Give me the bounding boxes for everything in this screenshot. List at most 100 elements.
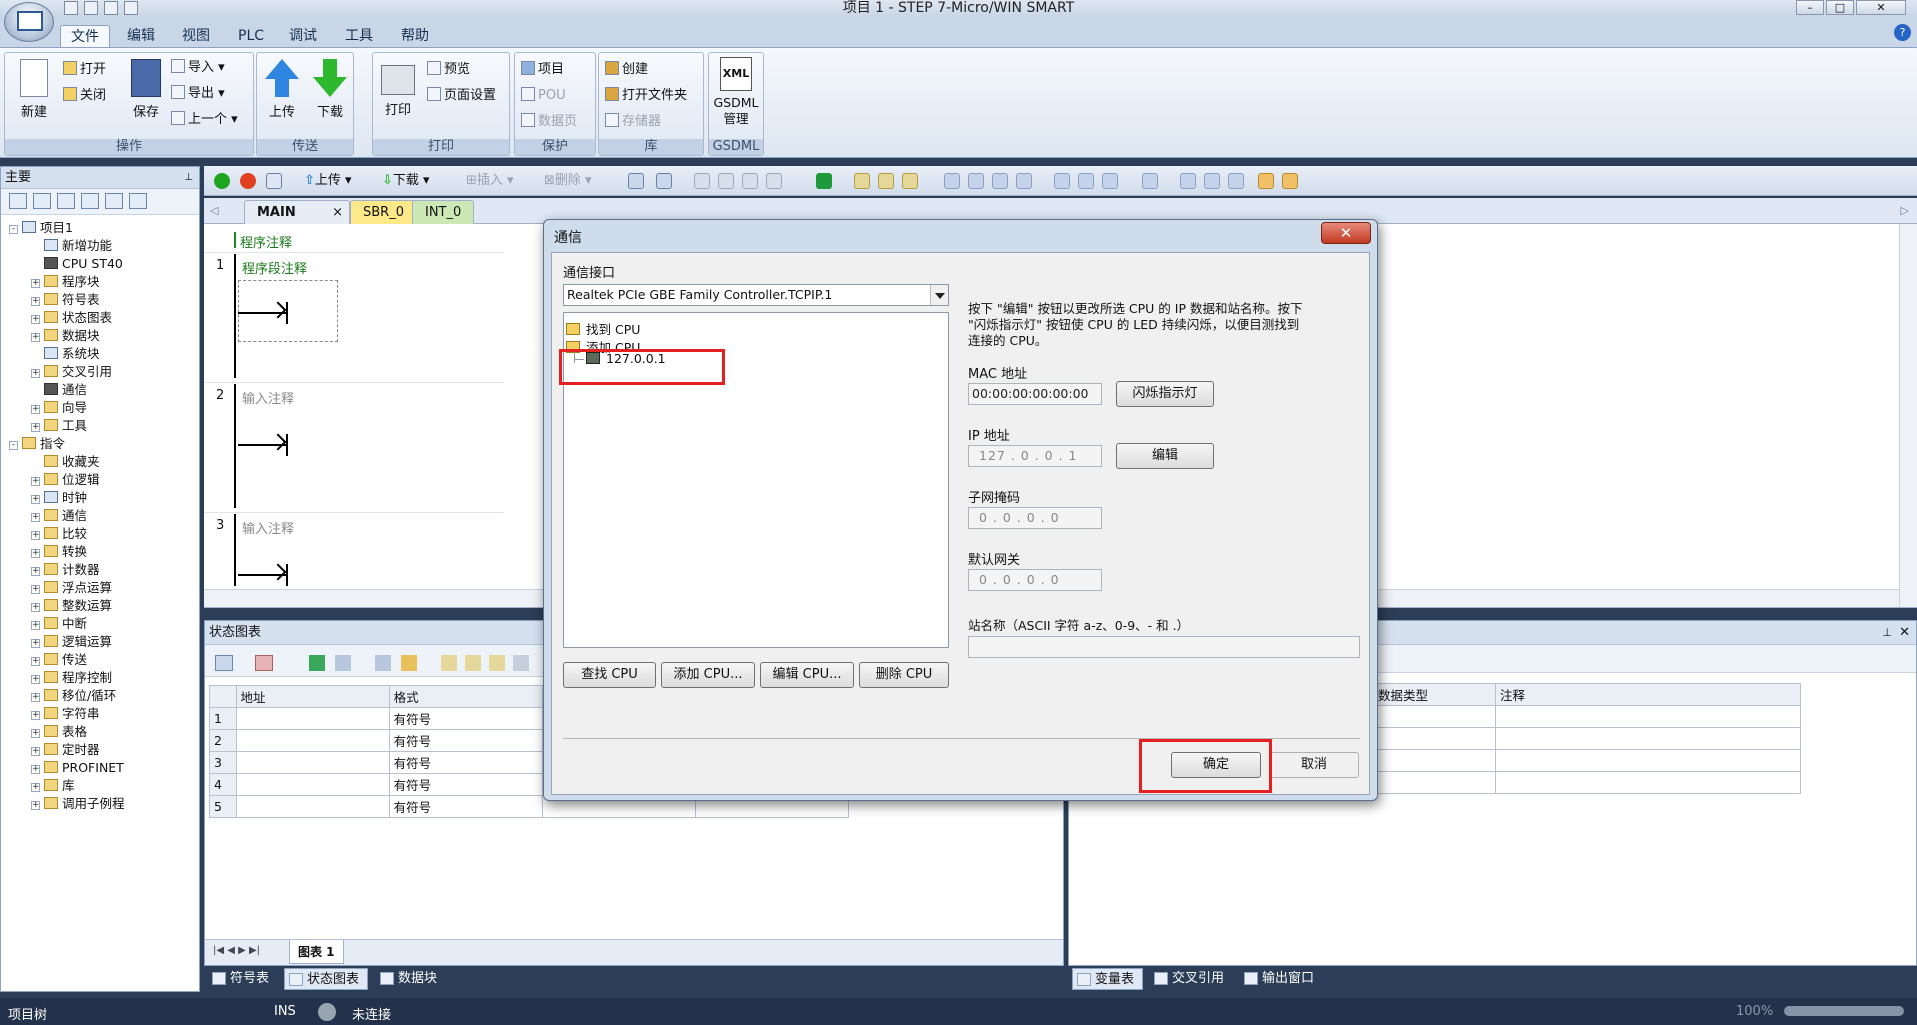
- branch-icon-4[interactable]: [1016, 173, 1032, 189]
- subnet-field[interactable]: 0 . 0 . 0 . 0: [968, 507, 1102, 529]
- tab-plc[interactable]: PLC: [228, 25, 274, 47]
- pin-icon[interactable]: ⊥: [184, 167, 193, 189]
- tab-edit[interactable]: 编辑: [117, 25, 165, 47]
- run-icon[interactable]: [214, 173, 230, 189]
- view-icon-2[interactable]: [33, 193, 51, 209]
- tree-item[interactable]: + 比较: [1, 525, 199, 543]
- zoom-slider[interactable]: [1784, 1006, 1904, 1016]
- rung-coil[interactable]: [238, 434, 288, 456]
- expand-icon[interactable]: +: [31, 513, 40, 522]
- view-icon-4[interactable]: [81, 193, 99, 209]
- address-cell[interactable]: [235, 751, 390, 774]
- expand-icon[interactable]: +: [31, 423, 40, 432]
- tree-item[interactable]: 系统块: [1, 345, 199, 363]
- tree-item[interactable]: + 计数器: [1, 561, 199, 579]
- tree-item[interactable]: 收藏夹: [1, 453, 199, 471]
- tree-item[interactable]: - 项目1: [1, 219, 199, 237]
- minimize-button[interactable]: –: [1796, 0, 1824, 15]
- expand-icon[interactable]: +: [31, 729, 40, 738]
- add-row-icon[interactable]: [215, 655, 233, 671]
- column-comment[interactable]: 注释: [1495, 683, 1801, 706]
- column-address[interactable]: 地址: [235, 685, 390, 708]
- toolbar-delete-button[interactable]: ⊠删除 ▾: [544, 172, 592, 190]
- program-comment[interactable]: 程序注释: [234, 232, 292, 251]
- tree-item[interactable]: + 库: [1, 777, 199, 795]
- compile-icon[interactable]: [266, 173, 282, 189]
- column-format[interactable]: 格式: [388, 685, 543, 708]
- chart-unforce-all-icon[interactable]: [489, 655, 505, 671]
- print-button[interactable]: 打印: [375, 59, 421, 118]
- tree-item[interactable]: + 转换: [1, 543, 199, 561]
- expand-icon[interactable]: +: [31, 405, 40, 414]
- tree-item[interactable]: + 位逻辑: [1, 471, 199, 489]
- expand-icon[interactable]: +: [31, 549, 40, 558]
- preview-button[interactable]: 预览: [427, 59, 470, 81]
- pause-icon[interactable]: [718, 173, 734, 189]
- chart-write-icon[interactable]: [401, 655, 417, 671]
- protect-pou-button[interactable]: POU: [521, 85, 566, 107]
- tree-item[interactable]: + 传送: [1, 651, 199, 669]
- format-cell[interactable]: 有符号: [388, 707, 543, 730]
- branch-icon-3[interactable]: [992, 173, 1008, 189]
- tree-item[interactable]: + 表格: [1, 723, 199, 741]
- expand-icon[interactable]: +: [31, 585, 40, 594]
- view-icon-5[interactable]: [105, 193, 123, 209]
- tree-item[interactable]: + 字符串: [1, 705, 199, 723]
- expand-icon[interactable]: +: [31, 297, 40, 306]
- ip-field[interactable]: 127 . 0 . 0 . 1: [968, 445, 1102, 467]
- print-icon[interactable]: [124, 1, 138, 15]
- close-window-button[interactable]: ✕: [1856, 0, 1906, 15]
- edit-icon[interactable]: [1204, 173, 1220, 189]
- chart-monitor-icon[interactable]: [309, 655, 325, 671]
- tab-file[interactable]: 文件: [60, 25, 110, 47]
- toolbar-download-button[interactable]: ⇩下载 ▾: [382, 172, 430, 190]
- monitor-icon[interactable]: [694, 173, 710, 189]
- new-file-icon[interactable]: [64, 1, 78, 15]
- tree-item[interactable]: + 工具: [1, 417, 199, 435]
- tab-int0[interactable]: INT_0: [412, 200, 475, 224]
- toolbar-upload-button[interactable]: ⇧上传 ▾: [304, 172, 352, 190]
- chart-trend-icon[interactable]: [375, 655, 391, 671]
- network-comment[interactable]: 程序段注释: [242, 258, 307, 277]
- tree-item[interactable]: 新增功能: [1, 237, 199, 255]
- tree-item[interactable]: + 程序块: [1, 273, 199, 291]
- tree-item[interactable]: + 符号表: [1, 291, 199, 309]
- toolbar-insert-button[interactable]: ⊞插入 ▾: [466, 172, 514, 190]
- add-cpu-button[interactable]: 添加 CPU...: [661, 662, 755, 688]
- station-name-field[interactable]: [968, 636, 1360, 658]
- pou-prop-icon-2[interactable]: [1282, 173, 1298, 189]
- tab-sbr0[interactable]: SBR_0: [350, 200, 417, 224]
- bookmark-icon-1[interactable]: [854, 173, 870, 189]
- tab-view[interactable]: 视图: [172, 25, 220, 47]
- chart-force-icon[interactable]: [441, 655, 457, 671]
- scroll-right-icon[interactable]: ▷: [1901, 204, 1909, 217]
- network-comment[interactable]: 输入注释: [242, 518, 294, 537]
- find-cpu-button[interactable]: 查找 CPU: [563, 662, 656, 688]
- view-icon-6[interactable]: [129, 193, 147, 209]
- expand-icon[interactable]: +: [31, 711, 40, 720]
- address-cell[interactable]: [235, 707, 390, 730]
- tab-debug[interactable]: 调试: [279, 25, 327, 47]
- open-folder-icon[interactable]: [84, 1, 98, 15]
- tab-status-chart[interactable]: 状态图表: [284, 968, 369, 990]
- expand-icon[interactable]: +: [31, 747, 40, 756]
- expand-icon[interactable]: +: [31, 693, 40, 702]
- tab-output-window[interactable]: 输出窗口: [1240, 968, 1322, 990]
- interface-select[interactable]: Realtek PCIe GBE Family Controller.TCPIP…: [563, 284, 949, 306]
- tab-variable-table[interactable]: 变量表: [1072, 968, 1144, 990]
- close-tab-icon[interactable]: ×: [332, 201, 343, 225]
- expand-icon[interactable]: +: [31, 801, 40, 810]
- format-cell[interactable]: 有符号: [388, 795, 543, 818]
- expand-icon[interactable]: +: [31, 675, 40, 684]
- tab-data-block[interactable]: 数据块: [376, 968, 445, 990]
- tree-found-cpu[interactable]: 找到 CPU: [566, 319, 640, 338]
- rung-coil[interactable]: [238, 564, 288, 586]
- tree-item[interactable]: CPU ST40: [1, 255, 199, 273]
- goto-icon[interactable]: [816, 173, 832, 189]
- save-icon[interactable]: [104, 1, 118, 15]
- expand-icon[interactable]: +: [31, 333, 40, 342]
- collapse-icon[interactable]: -: [9, 441, 18, 450]
- page-setup-button[interactable]: 页面设置: [427, 85, 496, 107]
- tree-item[interactable]: + 整数运算: [1, 597, 199, 615]
- open-library-folder-button[interactable]: 打开文件夹: [605, 85, 687, 107]
